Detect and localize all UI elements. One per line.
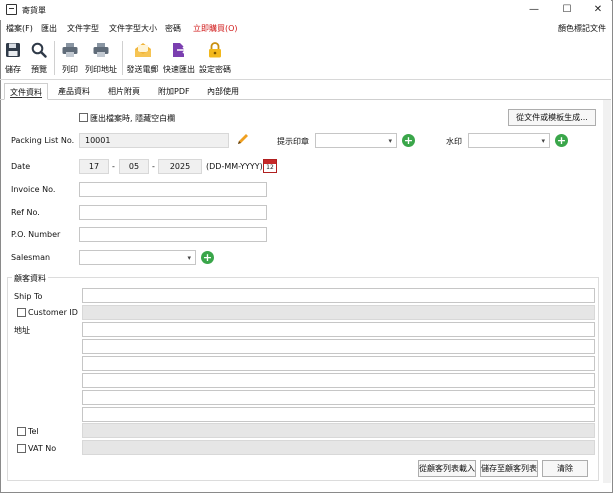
packing-list-label: Packing List No. [11,136,75,145]
tab-document-info[interactable]: 文件資料 [4,83,48,100]
ref-field[interactable] [79,205,267,220]
date-day-field[interactable]: 17 [79,159,109,174]
menu-export[interactable]: 匯出 [41,23,57,34]
address-line-field[interactable] [82,339,595,354]
customer-id-checkbox[interactable] [17,308,26,317]
send-email-button[interactable]: 發送電郵 [125,40,160,76]
tab-label: 文件資料 [10,88,42,98]
add-salesman-button[interactable]: + [201,251,214,264]
save-label: 儲存 [5,65,21,74]
menu-password[interactable]: 密碼 [165,23,181,34]
load-from-customer-list-button[interactable]: 從顧客列表載入 [418,460,476,477]
po-label: P.O. Number [11,230,61,239]
pencil-icon[interactable] [235,132,250,147]
date-label: Date [11,162,31,171]
quick-export-button[interactable]: 快速匯出 [161,40,197,76]
menu-file[interactable]: 檔案(F) [6,23,33,34]
tel-checkbox[interactable] [17,427,26,436]
envelope-icon [134,43,151,57]
hide-blank-checkbox[interactable] [79,113,88,122]
invoice-label: Invoice No. [11,185,56,194]
save-button[interactable]: 儲存 [2,40,24,76]
printer-icon [62,43,78,57]
salesman-dropdown[interactable]: ▾ [79,250,196,265]
ship-to-field[interactable] [82,288,595,303]
date-year-field[interactable]: 2025 [158,159,202,174]
date-format-hint: (DD-MM-YYYY) [206,162,263,171]
set-password-button[interactable]: 設定密碼 [198,40,232,76]
tel-label: Tel [28,427,39,436]
print-address-label: 列印地址 [85,65,117,74]
address-line-field[interactable] [82,356,595,371]
print-button[interactable]: 列印 [58,40,82,76]
app-icon [6,4,17,15]
menu-font[interactable]: 文件字型 [67,23,99,34]
menu-buy-now[interactable]: 立即購買(O) [193,23,238,34]
menu-color-tag[interactable]: 顏色標記文件 [558,23,606,34]
print-label: 列印 [62,65,78,74]
stamp-dropdown[interactable]: ▾ [315,133,397,148]
quick-export-label: 快速匯出 [163,65,195,74]
customer-id-field[interactable] [82,305,595,320]
calendar-day-text: 12 [266,164,274,171]
add-watermark-button[interactable]: + [555,134,568,147]
customer-id-label: Customer ID [28,308,78,317]
tab-photo-attachments[interactable]: 相片附頁 [103,83,145,100]
window-title: 寄貨單 [22,6,46,15]
invoice-field[interactable] [79,182,267,197]
save-to-customer-list-button[interactable]: 儲存至顧客列表 [480,460,538,477]
toolbar-separator [54,41,55,75]
customer-group-label: 顧客資料 [12,273,48,284]
address-label: 地址 [14,326,30,335]
chevron-down-icon: ▾ [388,137,392,145]
watermark-dropdown[interactable]: ▾ [468,133,550,148]
tab-product-info[interactable]: 產品資料 [53,83,95,100]
magnifier-icon [31,42,47,58]
date-separator: - [112,162,115,171]
ship-to-label: Ship To [14,292,43,301]
tab-internal-use[interactable]: 內部使用 [202,83,244,100]
minimize-button[interactable]: — [519,2,549,18]
ref-label: Ref No. [11,208,40,217]
print-address-button[interactable]: 列印地址 [84,40,118,76]
address-line-field[interactable] [82,407,595,422]
generate-from-doc-button[interactable]: 從文件或模板生成... [508,109,596,126]
address-line-field[interactable] [82,373,595,388]
chevron-down-icon: ▾ [541,137,545,145]
hide-blank-label: 匯出檔案時, 隱藏空白欄 [90,114,176,123]
vertical-scrollbar[interactable] [603,100,611,483]
chevron-down-icon: ▾ [187,254,191,262]
close-button[interactable]: ✕ [583,2,613,18]
printer-icon [93,43,109,57]
vat-label: VAT No [28,444,57,453]
stamp-label: 提示印章 [277,137,309,146]
preview-button[interactable]: 預覽 [28,40,50,76]
tel-field[interactable] [82,423,595,438]
watermark-label: 水印 [446,137,462,146]
po-field[interactable] [79,227,267,242]
maximize-button[interactable]: ☐ [552,2,582,18]
menu-font-size[interactable]: 文件字型大小 [109,23,157,34]
tab-attach-pdf[interactable]: 附加PDF [153,83,195,100]
vat-field[interactable] [82,440,595,455]
clear-button[interactable]: 清除 [542,460,588,477]
preview-label: 預覽 [31,65,47,74]
toolbar-separator [122,41,123,75]
set-password-label: 設定密碼 [199,65,231,74]
calendar-icon[interactable]: 12 [263,159,277,173]
date-separator: - [152,162,155,171]
packing-list-field[interactable]: 10001 [79,133,229,148]
address-line-field[interactable] [82,322,595,337]
floppy-icon [6,43,20,57]
export-file-icon [173,43,188,57]
salesman-label: Salesman [11,253,51,262]
address-line-field[interactable] [82,390,595,405]
vat-checkbox[interactable] [17,444,26,453]
send-email-label: 發送電郵 [126,65,159,74]
date-month-field[interactable]: 05 [119,159,149,174]
add-stamp-button[interactable]: + [402,134,415,147]
lock-icon [209,42,221,58]
